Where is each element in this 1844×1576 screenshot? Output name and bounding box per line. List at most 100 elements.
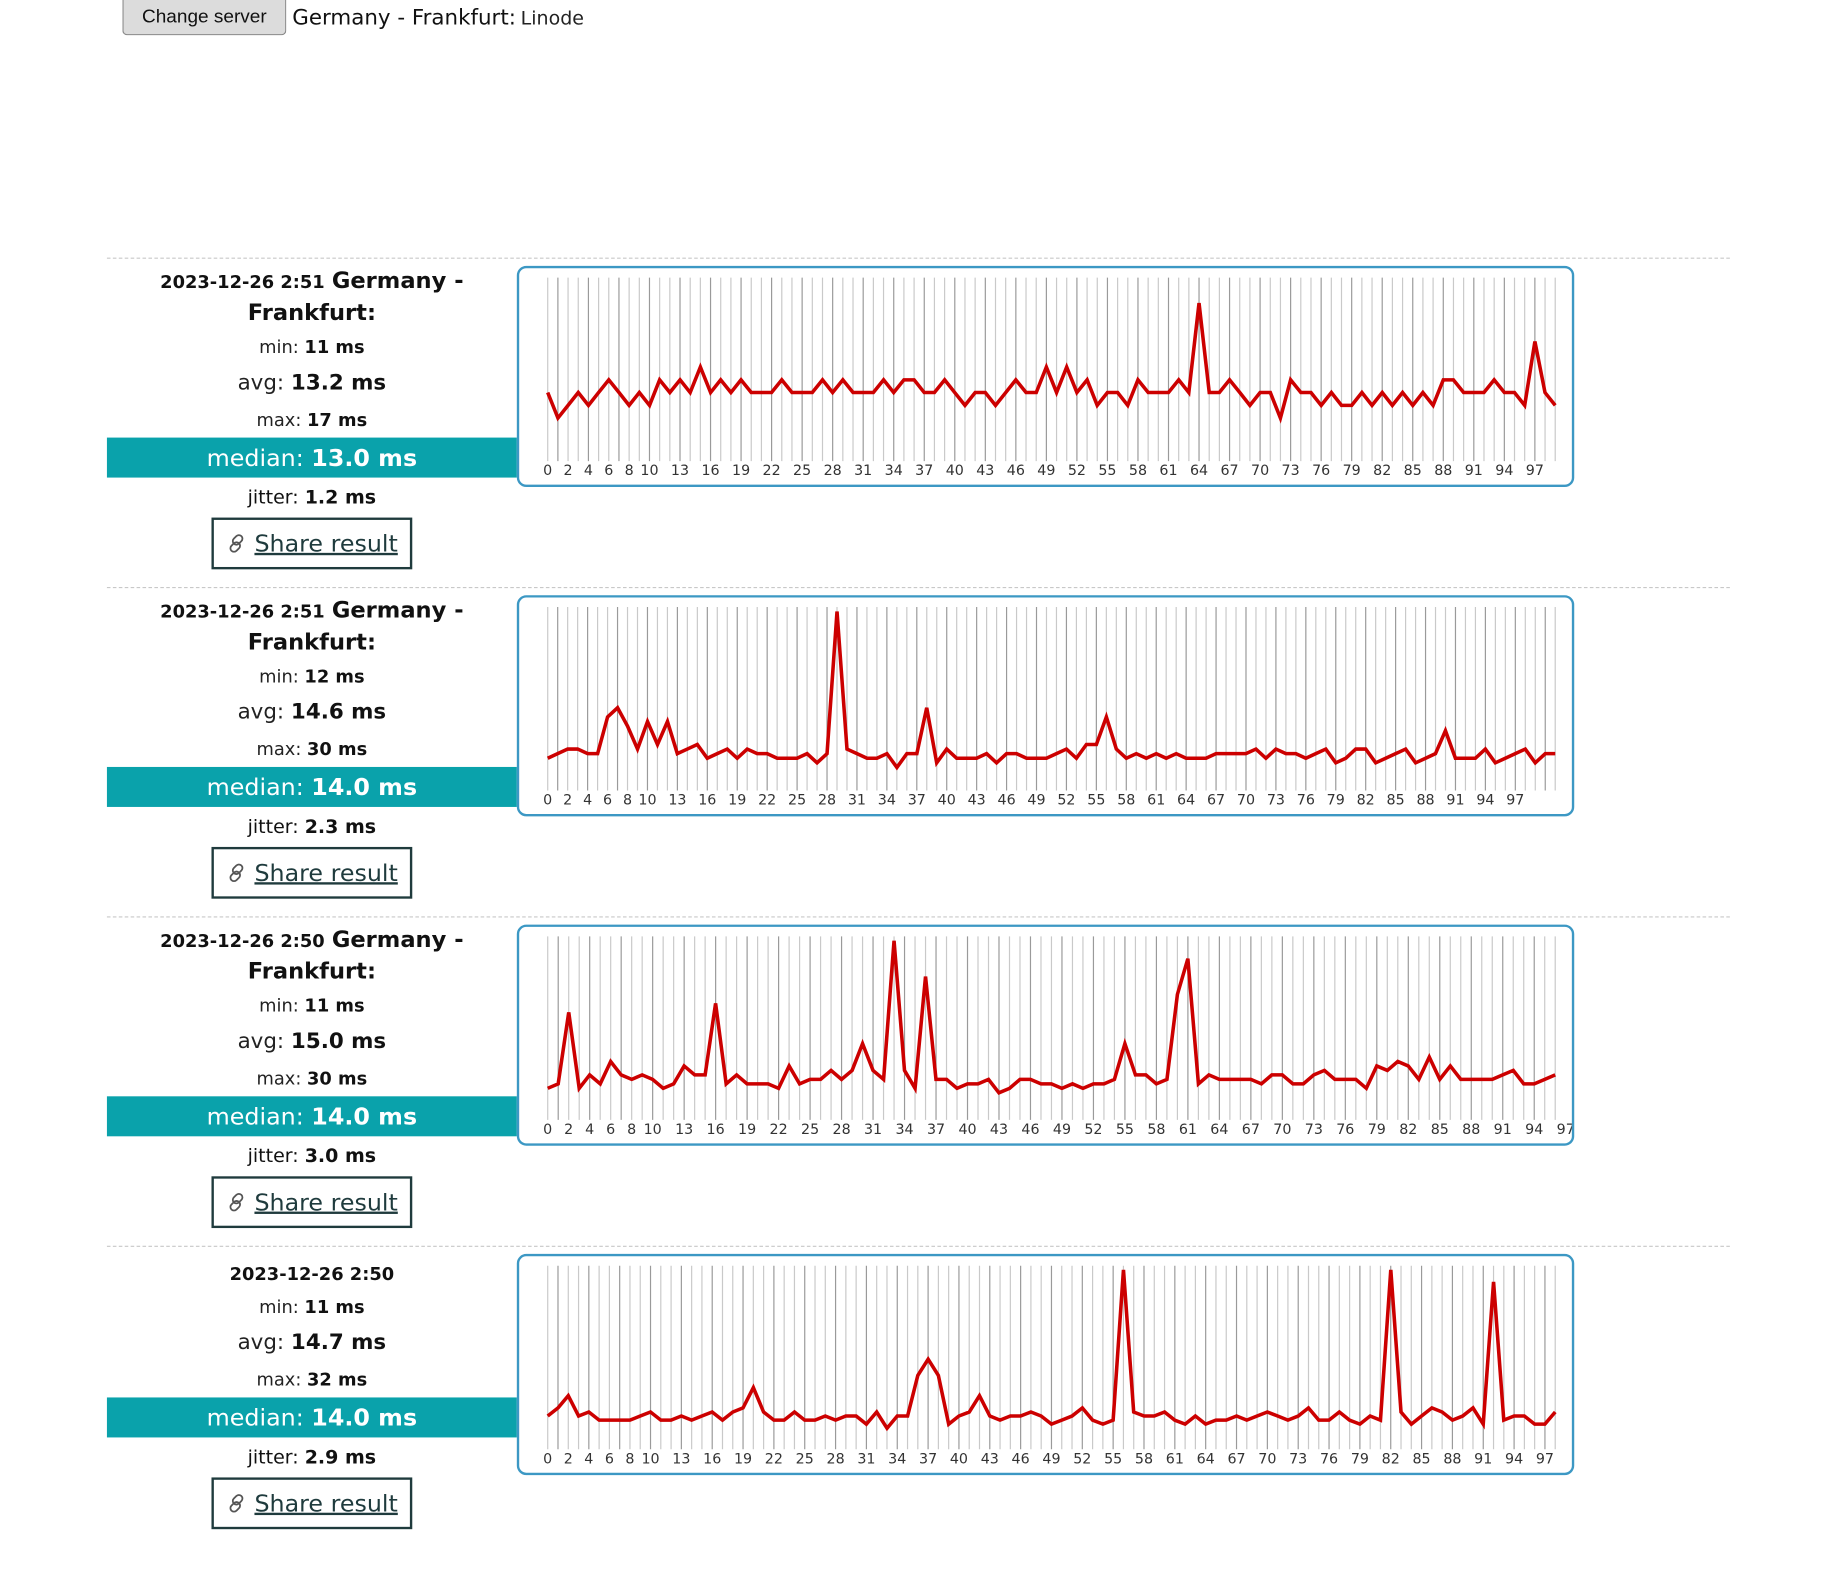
x-tick-label: 64 (1197, 1451, 1215, 1467)
server-bar: Change server Germany - Frankfurt: Linod… (122, 0, 585, 36)
jitter-stat: jitter: 1.2 ms (247, 485, 377, 509)
x-tick-label: 13 (668, 793, 686, 809)
ping-chart-svg: 0 2 4 6 8 10 13 16 19 22 25 28 31 34 37 40 43 46 49 52 55 58 6… (543, 606, 1556, 809)
x-tick-label: 0 (543, 793, 552, 809)
avg-stat: avg: 14.6 ms (237, 699, 387, 725)
x-tick-label: 49 (1042, 1451, 1060, 1467)
x-tick-label: 37 (927, 1122, 945, 1138)
x-tick-label: 22 (758, 793, 776, 809)
x-tick-label: 40 (946, 463, 964, 479)
x-tick-label: 4 (583, 793, 592, 809)
result-info: 2023-12-26 2:50 Germany - Frankfurt: min:… (106, 918, 517, 1229)
x-tick-label: 91 (1465, 463, 1483, 479)
x-tick-label: 19 (732, 463, 750, 479)
x-tick-label: 0 (543, 1122, 552, 1138)
x-tick-label: 28 (827, 1451, 845, 1467)
x-tick-label: 52 (1073, 1451, 1091, 1467)
max-value: 17 ms (307, 409, 368, 431)
ping-chart-svg: 0 2 4 6 8 10 13 16 19 22 25 28 31 34 37 40 43 46 49 52 55 58 6… (543, 277, 1557, 479)
x-tick-label: 94 (1505, 1451, 1523, 1467)
median-bar: median: 14.0 ms (106, 1397, 517, 1438)
result-title: 2023-12-26 2:50 Germany - Frankfurt: (107, 918, 517, 989)
share-result-button[interactable]: Share result (211, 1176, 413, 1229)
median-value: 14.0 ms (311, 1403, 418, 1432)
x-tick-label: 88 (1416, 793, 1434, 809)
share-result-button[interactable]: Share result (211, 1477, 413, 1530)
x-tick-label: 55 (1098, 463, 1116, 479)
x-tick-label: 2 (564, 1122, 573, 1138)
link-icon (229, 1494, 244, 1513)
x-tick-label: 37 (915, 463, 933, 479)
result-title: 2023-12-26 2:50 (107, 1247, 517, 1289)
x-tick-label: 25 (796, 1451, 814, 1467)
max-value: 30 ms (307, 738, 368, 760)
x-tick-label: 0 (543, 463, 552, 479)
x-tick-label: 82 (1382, 1451, 1400, 1467)
x-tick-label: 6 (606, 1122, 615, 1138)
min-stat: min: 11 ms (259, 336, 365, 358)
ping-chart-svg: 0 2 4 6 8 10 13 16 19 22 25 28 31 34 37 40 43 46 49 52 55 58 6… (543, 1265, 1557, 1467)
max-stat: max: 30 ms (256, 738, 368, 760)
x-tick-label: 94 (1476, 793, 1494, 809)
median-bar: median: 14.0 ms (106, 766, 517, 807)
result-info: 2023-12-26 2:51 Germany - Frankfurt: min:… (106, 588, 517, 899)
x-tick-label: 79 (1327, 793, 1345, 809)
x-tick-label: 46 (1007, 463, 1025, 479)
x-tick-label: 79 (1343, 463, 1361, 479)
x-tick-label: 43 (976, 463, 994, 479)
max-value: 32 ms (307, 1369, 368, 1391)
x-tick-label: 76 (1297, 793, 1315, 809)
x-tick-label: 85 (1431, 1122, 1449, 1138)
x-tick-label: 94 (1495, 463, 1513, 479)
x-tick-label: 76 (1312, 463, 1330, 479)
x-tick-label: 58 (1147, 1122, 1165, 1138)
result-title: 2023-12-26 2:51 Germany - Frankfurt: (107, 259, 517, 330)
x-tick-label: 13 (672, 1451, 690, 1467)
x-tick-label: 25 (801, 1122, 819, 1138)
jitter-value: 2.3 ms (304, 815, 377, 838)
x-tick-label: 19 (728, 793, 746, 809)
x-tick-label: 16 (703, 1451, 721, 1467)
x-tick-label: 55 (1087, 793, 1105, 809)
x-tick-label: 28 (818, 793, 836, 809)
x-tick-label: 22 (770, 1122, 788, 1138)
x-tick-label: 8 (625, 463, 634, 479)
x-tick-label: 88 (1462, 1122, 1480, 1138)
x-tick-label: 6 (603, 793, 612, 809)
min-value: 11 ms (304, 336, 365, 358)
min-value: 11 ms (304, 1296, 365, 1318)
change-server-button[interactable]: Change server (122, 0, 287, 36)
x-tick-label: 58 (1135, 1451, 1153, 1467)
x-tick-label: 28 (824, 463, 842, 479)
result-timestamp: 2023-12-26 2:50 (160, 930, 325, 952)
x-tick-label: 34 (895, 1122, 913, 1138)
min-value: 12 ms (304, 665, 365, 687)
median-bar: median: 14.0 ms (106, 1096, 517, 1137)
median-value: 14.0 ms (311, 1102, 418, 1131)
x-tick-label: 31 (848, 793, 866, 809)
share-result-button[interactable]: Share result (211, 517, 413, 570)
share-result-button[interactable]: Share result (211, 846, 413, 899)
ping-chart: 0 2 4 6 8 10 13 16 19 22 25 28 31 34 37 40 43 46 49 52 55 58 6… (516, 1253, 1575, 1476)
median-value: 14.0 ms (311, 772, 418, 802)
min-value: 11 ms (304, 995, 365, 1017)
x-tick-label: 43 (968, 793, 986, 809)
result-timestamp: 2023-12-26 2:51 (160, 601, 325, 623)
server-provider: Linode (520, 6, 585, 29)
x-tick-label: 67 (1227, 1451, 1245, 1467)
x-tick-label: 52 (1084, 1122, 1102, 1138)
jitter-stat: jitter: 2.3 ms (247, 815, 377, 838)
grid-lines (547, 606, 1556, 791)
x-tick-label: 46 (1012, 1451, 1030, 1467)
x-tick-label: 97 (1526, 463, 1544, 479)
x-tick-label: 52 (1068, 463, 1086, 479)
x-tick-label: 49 (1037, 463, 1055, 479)
x-tick-label: 37 (919, 1451, 937, 1467)
grid-lines (547, 1265, 1556, 1450)
x-tick-label: 76 (1336, 1122, 1354, 1138)
x-tick-label: 79 (1368, 1122, 1386, 1138)
x-tick-label: 70 (1273, 1122, 1291, 1138)
result-entry: 2023-12-26 2:50 min: 11 ms avg: 14.7 ms … (106, 1245, 1730, 1576)
x-tick-label: 73 (1282, 463, 1300, 479)
x-tick-label: 97 (1506, 793, 1524, 809)
